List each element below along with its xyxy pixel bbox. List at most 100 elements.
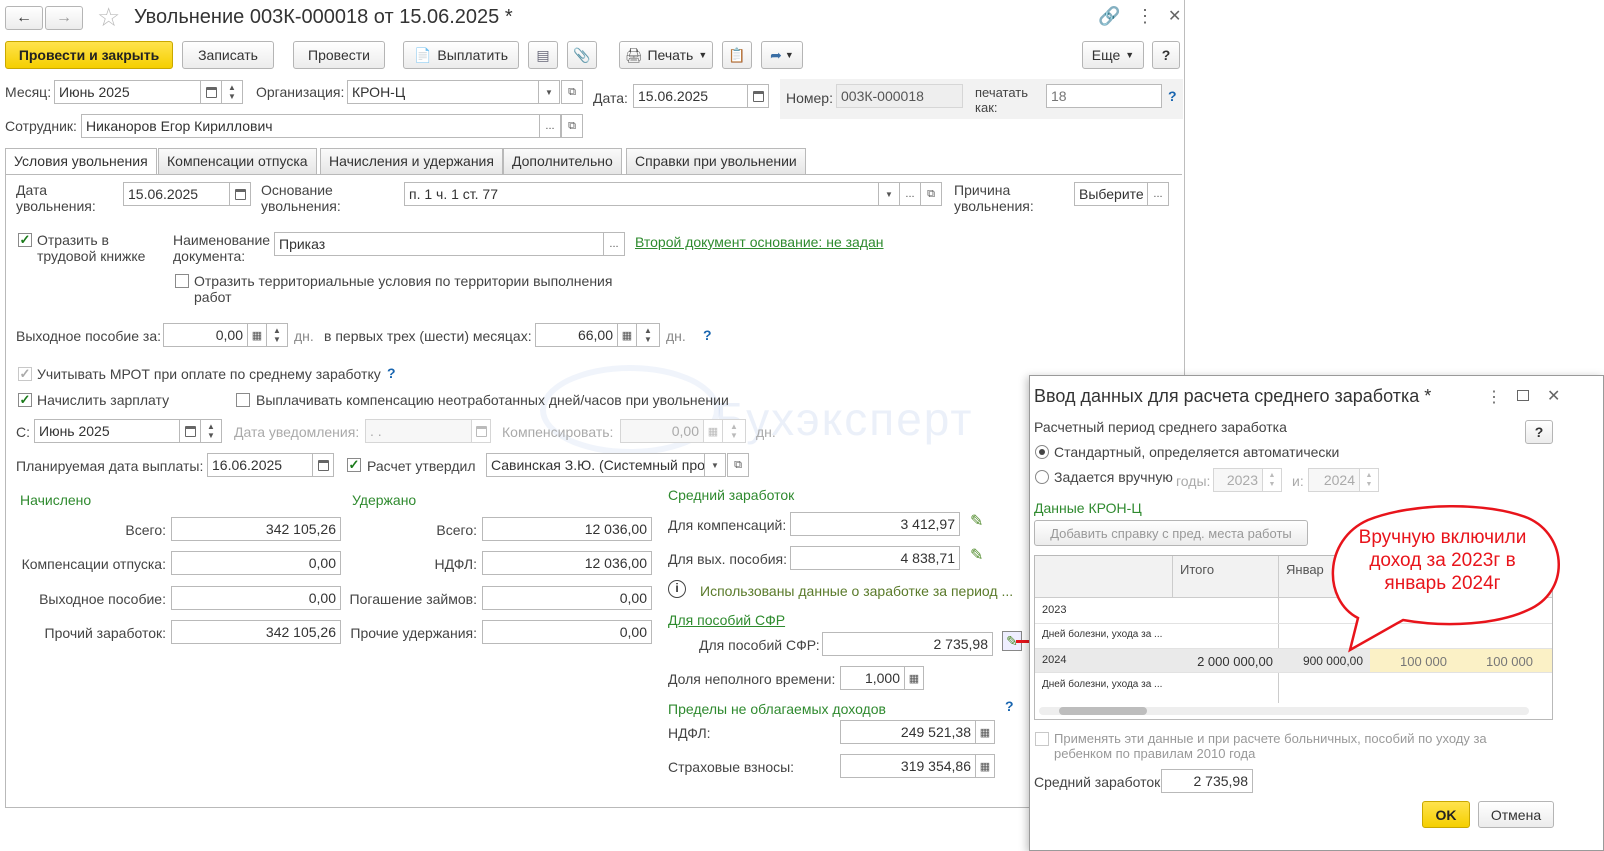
date-field[interactable]: 15.06.2025 xyxy=(633,84,748,108)
scrollbar-thumb[interactable] xyxy=(1059,707,1147,715)
sfr-link[interactable]: Для пособий СФР xyxy=(668,612,785,628)
close-icon[interactable]: ✕ xyxy=(1547,386,1560,406)
help-icon[interactable]: ? xyxy=(387,365,396,381)
dialog-avg-field[interactable]: 2 735,98 xyxy=(1161,769,1253,793)
calculator-icon[interactable]: ▦ xyxy=(703,419,723,443)
open-icon[interactable]: ⧉ xyxy=(561,114,583,138)
grid-row-sick-2023[interactable]: Дней болезни, ухода за ... xyxy=(1042,629,1162,640)
close-icon[interactable]: ✕ xyxy=(1168,6,1181,26)
employee-field[interactable]: Никаноров Егор Кириллович xyxy=(81,114,540,138)
create-based-button[interactable]: ➦ ▼ xyxy=(761,41,803,69)
part-time-field[interactable]: 1,000 xyxy=(840,666,905,690)
ok-button[interactable]: OK xyxy=(1422,801,1470,828)
org-field[interactable]: КРОН-Ц xyxy=(347,80,539,104)
print-as-input[interactable] xyxy=(1046,84,1162,108)
tab-accruals-deductions[interactable]: Начисления и удержания xyxy=(320,148,503,174)
forward-button[interactable]: → xyxy=(45,6,83,30)
planned-pay-field[interactable]: 16.06.2025 xyxy=(207,453,313,477)
spinner[interactable]: ▲ ▼ xyxy=(1359,468,1379,492)
print-button[interactable]: 🖨 Печать ▼ xyxy=(619,41,713,69)
open-icon[interactable]: ⧉ xyxy=(561,80,583,104)
pay-button[interactable]: 📄 Выплатить xyxy=(403,41,519,69)
spinner[interactable]: ▲ ▼ xyxy=(221,80,243,104)
chevron-down-icon[interactable]: ▼ xyxy=(878,182,900,206)
accrued-severance-field[interactable]: 0,00 xyxy=(171,586,341,610)
calendar-icon[interactable] xyxy=(747,84,769,108)
territorial-checkbox[interactable] xyxy=(175,274,189,288)
spinner[interactable]: ▲ ▼ xyxy=(1262,468,1282,492)
mrot-checkbox[interactable]: ✓ xyxy=(18,367,32,381)
month-field[interactable]: Июнь 2025 xyxy=(54,80,201,104)
maximize-icon[interactable] xyxy=(1517,390,1529,401)
calendar-icon[interactable] xyxy=(312,453,334,477)
dismissal-date-field[interactable]: 15.06.2025 xyxy=(123,182,230,206)
withheld-ndfl-field[interactable]: 12 036,00 xyxy=(482,551,652,575)
link-icon[interactable]: 🔗 xyxy=(1098,6,1120,27)
attach-icon[interactable]: 📎 xyxy=(567,41,597,69)
more-vert-icon[interactable]: ⋮ xyxy=(1486,387,1502,407)
calculator-icon[interactable]: ▦ xyxy=(904,666,924,690)
tab-additional[interactable]: Дополнительно xyxy=(503,148,622,174)
post-button[interactable]: Провести xyxy=(293,41,385,69)
accrue-salary-checkbox[interactable]: ✓ xyxy=(18,393,32,407)
calculator-icon[interactable]: ▦ xyxy=(617,323,637,347)
back-button[interactable]: ← xyxy=(5,6,43,30)
calculator-icon[interactable]: ▦ xyxy=(975,720,995,744)
second-doc-link[interactable]: Второй документ основание: не задан xyxy=(635,234,884,250)
basis-field[interactable]: п. 1 ч. 1 ст. 77 xyxy=(404,182,879,206)
avg-sfr-field[interactable]: 2 735,98 xyxy=(822,632,993,656)
grid-2024-total[interactable]: 2 000 000,00 xyxy=(1173,654,1273,669)
tab-dismissal-certificates[interactable]: Справки при увольнении xyxy=(626,148,806,174)
year2-field[interactable]: 2024 xyxy=(1308,468,1360,492)
report-icon[interactable]: 📋 xyxy=(722,41,752,69)
ins-limit-field[interactable]: 319 354,86 xyxy=(840,754,976,778)
spinner[interactable]: ▲ ▼ xyxy=(722,419,746,443)
help-icon[interactable]: ? xyxy=(1168,88,1177,104)
number-field[interactable]: 003К-000018 xyxy=(836,84,963,108)
reflect-book-checkbox[interactable]: ✓ xyxy=(18,233,32,247)
pay-comp-unworked-checkbox[interactable] xyxy=(236,393,250,407)
grid-row-2024[interactable]: 2024 xyxy=(1042,654,1066,666)
chevron-down-icon[interactable]: ▼ xyxy=(538,80,560,104)
reason-field[interactable]: Выберите xyxy=(1074,182,1148,206)
approved-checkbox[interactable]: ✓ xyxy=(347,458,361,472)
radio-manual[interactable] xyxy=(1035,470,1049,484)
select-button[interactable]: ... xyxy=(539,114,561,138)
tab-vacation-compensation[interactable]: Компенсации отпуска xyxy=(158,148,317,174)
help-button[interactable]: ? xyxy=(1152,41,1180,69)
favorite-star-icon[interactable]: ☆ xyxy=(97,4,120,30)
spinner[interactable]: ▲ ▼ xyxy=(266,323,288,347)
help-icon[interactable]: ? xyxy=(1005,698,1014,714)
tab-dismissal-conditions[interactable]: Условия увольнения xyxy=(5,148,157,175)
first-months-field[interactable]: 66,00 xyxy=(535,323,618,347)
edit-pencil-icon[interactable]: ✎ xyxy=(970,545,983,565)
chevron-down-icon[interactable]: ▼ xyxy=(704,453,726,477)
calculator-icon[interactable]: ▦ xyxy=(247,323,267,347)
select-button[interactable]: ... xyxy=(603,232,625,256)
from-field[interactable]: Июнь 2025 xyxy=(34,419,180,443)
open-icon[interactable]: ⧉ xyxy=(920,182,942,206)
help-icon[interactable]: ? xyxy=(703,327,712,343)
spinner[interactable]: ▲ ▼ xyxy=(636,323,660,347)
edit-pencil-icon[interactable]: ✎ xyxy=(970,511,983,531)
ndfl-limit-field[interactable]: 249 521,38 xyxy=(840,720,976,744)
avg-sev-field[interactable]: 4 838,71 xyxy=(790,546,960,570)
year1-field[interactable]: 2023 xyxy=(1213,468,1263,492)
open-icon[interactable]: ⧉ xyxy=(727,453,749,477)
accrued-other-field[interactable]: 342 105,26 xyxy=(171,620,341,644)
add-cert-button[interactable]: Добавить справку с пред. места работы xyxy=(1034,520,1308,546)
avg-comp-field[interactable]: 3 412,97 xyxy=(790,512,960,536)
register-icon[interactable]: ▤ xyxy=(528,41,558,69)
spinner[interactable]: ▲ ▼ xyxy=(200,419,222,443)
calculator-icon[interactable]: ▦ xyxy=(975,754,995,778)
radio-standard[interactable] xyxy=(1035,445,1049,459)
withheld-total-field[interactable]: 12 036,00 xyxy=(482,517,652,541)
grid-row-sick-2024[interactable]: Дней болезни, ухода за ... xyxy=(1042,679,1162,690)
calendar-icon[interactable] xyxy=(471,419,491,443)
calendar-icon[interactable] xyxy=(229,182,251,206)
cancel-button[interactable]: Отмена xyxy=(1478,801,1554,828)
apply-checkbox[interactable] xyxy=(1035,732,1049,746)
accrued-vacation-field[interactable]: 0,00 xyxy=(171,551,341,575)
dialog-help-button[interactable]: ? xyxy=(1525,420,1553,444)
accrued-total-field[interactable]: 342 105,26 xyxy=(171,517,341,541)
